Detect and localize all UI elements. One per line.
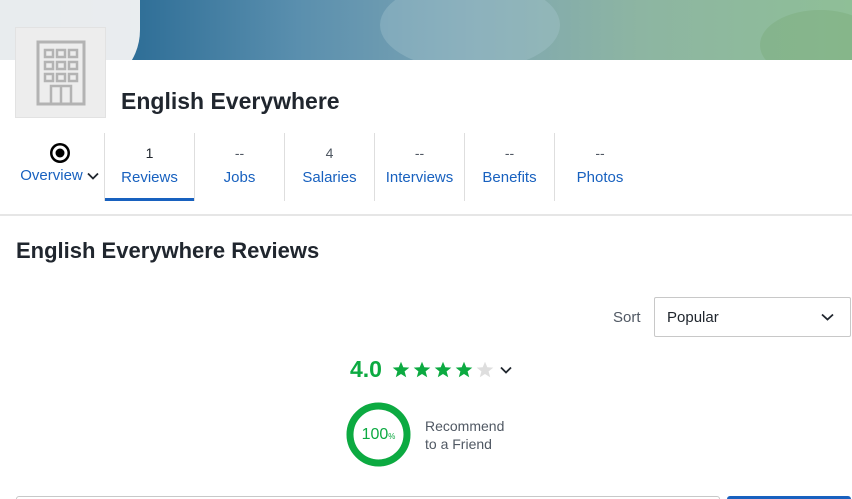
- building-icon: [36, 40, 85, 105]
- tab-photos[interactable]: -- Photos: [555, 133, 645, 201]
- tab-count: 1: [145, 145, 154, 161]
- tab-label: Benefits: [482, 169, 537, 186]
- company-logo: [15, 27, 106, 118]
- tab-salaries[interactable]: 4 Salaries: [285, 133, 375, 201]
- tab-count: --: [414, 145, 425, 161]
- recommend-line-1: Recommend: [425, 417, 505, 434]
- star-rating: [392, 361, 494, 379]
- tab-label: Interviews: [385, 169, 454, 186]
- chevron-down-icon: [821, 313, 834, 321]
- tab-overview-label-wrap: Overview: [20, 167, 99, 185]
- reviews-title: English Everywhere Reviews: [16, 238, 320, 263]
- recommend-line-2: to a Friend: [425, 435, 492, 452]
- tab-count: --: [595, 145, 605, 161]
- rating-value: 4.0: [350, 356, 382, 382]
- recommend-percent-value: 100: [361, 425, 389, 443]
- tab-jobs[interactable]: -- Jobs: [195, 133, 285, 201]
- tab-label: Photos: [576, 169, 624, 186]
- recommend-ring: 100%: [346, 402, 411, 467]
- sort-selected-value: Popular: [667, 308, 719, 326]
- star-empty-icon: [476, 361, 494, 377]
- sort-label: Sort: [613, 309, 641, 326]
- tab-label: Salaries: [302, 169, 357, 186]
- sort-dropdown[interactable]: Popular: [654, 297, 851, 337]
- tab-count: 4: [325, 145, 334, 161]
- overall-rating: 4.0: [350, 356, 512, 383]
- tab-count: --: [504, 145, 515, 161]
- tab-count: --: [234, 145, 245, 161]
- banner-decoration: [380, 0, 560, 60]
- tab-overview[interactable]: Overview: [15, 133, 105, 201]
- company-name: English Everywhere: [121, 88, 340, 114]
- tab-label: Reviews: [121, 169, 178, 186]
- recommend-to-friend: 100% Recommend to a Friend: [346, 402, 504, 467]
- circle-target-icon: [49, 143, 70, 163]
- tab-interviews[interactable]: -- Interviews: [375, 133, 465, 201]
- overview-icon-wrap: [49, 142, 71, 164]
- star-filled-icon: [455, 361, 473, 377]
- star-filled-icon: [392, 361, 410, 377]
- recommend-label: Recommend to a Friend: [425, 417, 504, 453]
- star-filled-icon: [434, 361, 452, 377]
- section-divider: [0, 214, 852, 216]
- recommend-percent: 100%: [346, 402, 411, 467]
- percent-sign: %: [388, 432, 396, 441]
- banner-decoration: [760, 10, 852, 60]
- tab-label: Jobs: [223, 169, 256, 186]
- chevron-down-icon: [87, 172, 99, 180]
- company-tabs: Overview 1 Reviews -- Jobs 4 Salaries --…: [15, 133, 645, 201]
- tab-benefits[interactable]: -- Benefits: [465, 133, 555, 201]
- tab-label: Overview: [20, 167, 83, 184]
- cover-banner: [0, 0, 852, 60]
- star-filled-icon: [413, 361, 431, 377]
- chevron-down-icon[interactable]: [500, 366, 512, 374]
- tab-reviews[interactable]: 1 Reviews: [105, 133, 195, 201]
